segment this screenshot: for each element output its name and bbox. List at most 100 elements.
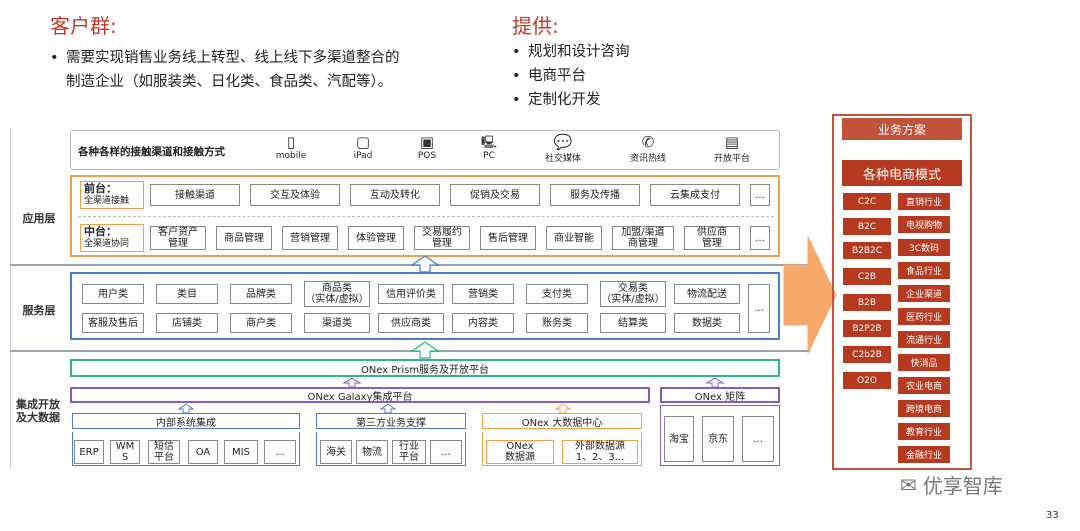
industry-item: 企业渠道 <box>898 285 950 302</box>
third-party-item: 物流 <box>356 440 388 464</box>
third-party-title: 第三方业务支撑 <box>316 413 466 429</box>
channel-open-platform: ▤ 开放平台 <box>704 133 760 164</box>
internal-item: MIS <box>224 440 258 464</box>
channel-pc: 🖳 PC <box>466 133 512 161</box>
middle-label: 中台： 全渠道协同 <box>80 224 144 252</box>
prism-platform: ONex Prism服务及开放平台 <box>70 359 780 377</box>
channel-hotline: ✆ 资讯热线 <box>620 133 676 164</box>
industry-item: 快消品 <box>898 354 950 371</box>
front-label-title: 前台： <box>84 182 117 195</box>
matrix-item: 淘宝 <box>664 416 694 462</box>
front-item: 互动及转化 <box>350 184 440 206</box>
matrix-item-more: ... <box>742 416 774 462</box>
channel-label: 开放平台 <box>713 154 750 164</box>
middle-label-sub: 全渠道协同 <box>84 239 130 249</box>
customer-bullet-2: 制造企业（如服装类、日化类、食品类、汽配等）。 <box>66 74 393 90</box>
middle-item: 客户资产 管理 <box>150 226 206 250</box>
pc-icon: 🖳 <box>480 135 497 149</box>
third-party-item: 行业 平台 <box>392 440 426 464</box>
customer-bullet-1: 需要实现销售业务线上转型、线上线下多渠道整合的 <box>66 50 400 66</box>
ipad-icon: ▢ <box>355 133 371 151</box>
industry-item: 直销行业 <box>898 193 950 210</box>
middle-item-more: ... <box>750 226 770 250</box>
service-item: 账务类 <box>526 313 588 333</box>
service-item: 店铺类 <box>156 313 218 333</box>
channel-ipad: ▢ iPad <box>340 133 386 161</box>
watermark: ✉ 优享智库 <box>900 470 1003 499</box>
layer-service-label: 服务层 <box>22 304 56 317</box>
channel-label: PC <box>483 151 495 161</box>
bigdata-item: 外部数据源 1、2、3... <box>562 440 638 464</box>
service-item: 商户类 <box>230 313 292 333</box>
middle-item: 营销管理 <box>282 226 338 250</box>
middle-item: 售后管理 <box>480 226 536 250</box>
industry-item: 流通行业 <box>898 331 950 348</box>
service-item: 用户类 <box>82 284 144 304</box>
service-item: 客服及售后 <box>82 313 144 333</box>
channel-pos: ▣ POS <box>404 133 450 161</box>
service-item: 供应商类 <box>378 313 444 333</box>
middle-item: 交易履约 管理 <box>414 226 470 250</box>
service-item: 内容类 <box>452 313 514 333</box>
middle-item: 体验管理 <box>348 226 404 250</box>
model-item: C2C <box>843 193 891 210</box>
channel-mobile: ▯ mobile <box>268 133 314 161</box>
service-item: 物流配送 <box>674 284 740 304</box>
channel-label: mobile <box>275 151 307 161</box>
up-arrow <box>555 403 571 413</box>
galaxy-platform: ONex Galaxy集成平台 <box>70 387 650 403</box>
channel-label: 资讯热线 <box>629 154 666 164</box>
service-item: 支付类 <box>526 284 588 304</box>
chat-icon: 💬 <box>553 133 573 151</box>
internal-item-more: ... <box>264 440 296 464</box>
model-item: B2B2C <box>843 242 891 259</box>
internal-title: 内部系统集成 <box>72 413 300 429</box>
bigdata-item: ONex 数据源 <box>486 440 554 464</box>
up-arrow <box>705 377 725 387</box>
service-item: 交易类 （实体/虚拟） <box>600 281 666 307</box>
phone-icon: ✆ <box>641 133 655 151</box>
industry-item: 医药行业 <box>898 308 950 325</box>
bigdata-title: ONex 大数据中心 <box>482 413 642 429</box>
industry-item: 食品行业 <box>898 262 950 279</box>
watermark-text: 优享智库 <box>922 474 1003 498</box>
model-item: O2O <box>843 372 891 389</box>
industry-item: 教育行业 <box>898 423 950 440</box>
matrix-platform: ONex 矩阵 <box>660 387 780 403</box>
third-party-item-more: ... <box>430 440 462 464</box>
business-subtitle: 各种电商模式 <box>842 160 962 186</box>
provide-bullets: • 规划和设计咨询 • 电商平台 • 定制化开发 <box>512 44 630 108</box>
provide-bullet-2: 电商平台 <box>528 68 586 84</box>
layer-integration-label: 集成开放 及大数据 <box>16 398 60 424</box>
industry-item: 跨境电商 <box>898 400 950 417</box>
middle-label-title: 中台： <box>84 225 117 238</box>
service-item: 信用评价类 <box>378 284 444 304</box>
up-arrow <box>178 403 194 413</box>
channels-title: 各种各样的接触渠道和接触方式 <box>78 146 225 158</box>
front-item: 促销及交易 <box>450 184 540 206</box>
service-item-more: ... <box>748 284 770 333</box>
model-item: B2C <box>843 218 891 235</box>
front-item: 接触渠道 <box>150 184 240 206</box>
industry-item: 电视购物 <box>898 216 950 233</box>
model-item: B2P2B <box>843 320 891 337</box>
service-item: 营销类 <box>452 284 514 304</box>
model-item: B2B <box>843 294 891 311</box>
customer-heading: 客户群: <box>50 14 117 38</box>
pos-icon: ▣ <box>419 133 435 151</box>
service-item: 数据类 <box>674 313 740 333</box>
right-arrow <box>783 236 837 354</box>
up-arrow <box>342 377 362 387</box>
internal-item: WM S <box>110 440 140 464</box>
up-arrow <box>410 255 440 273</box>
industry-item: 农业电商 <box>898 377 950 394</box>
platform-icon: ▤ <box>724 133 740 151</box>
service-item: 结算类 <box>600 313 666 333</box>
wechat-icon: ✉ <box>900 472 917 497</box>
page-number: 33 <box>1046 510 1059 521</box>
customer-bullets: • 需要实现销售业务线上转型、线上线下多渠道整合的 制造企业（如服装类、日化类、食… <box>50 46 400 94</box>
third-party-item: 海关 <box>320 440 352 464</box>
front-label: 前台： 全渠道接触 <box>80 181 144 209</box>
mobile-icon: ▯ <box>286 133 296 151</box>
model-item: C2B <box>843 268 891 285</box>
